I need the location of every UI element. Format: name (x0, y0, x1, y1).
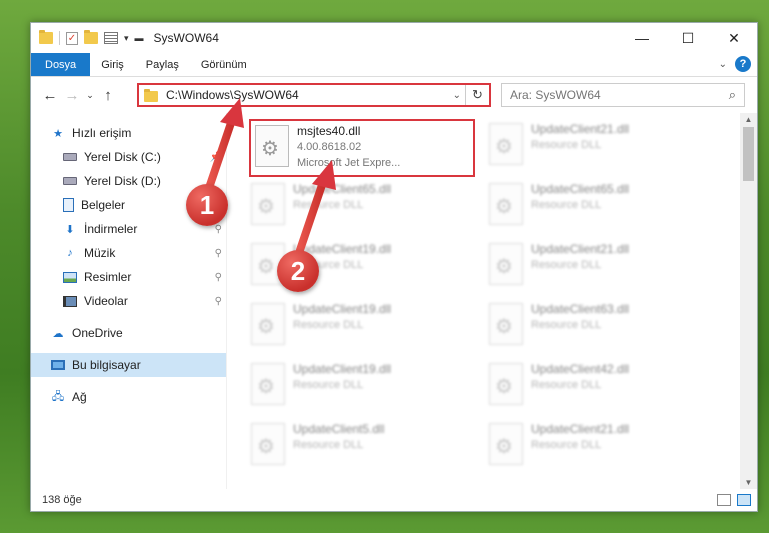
callout-arrows (206, 98, 336, 254)
callout-badge-1: 1 (186, 184, 228, 226)
arrow-two (296, 160, 336, 254)
callout-badge-2: 2 (277, 250, 319, 292)
arrow-one (206, 98, 244, 189)
